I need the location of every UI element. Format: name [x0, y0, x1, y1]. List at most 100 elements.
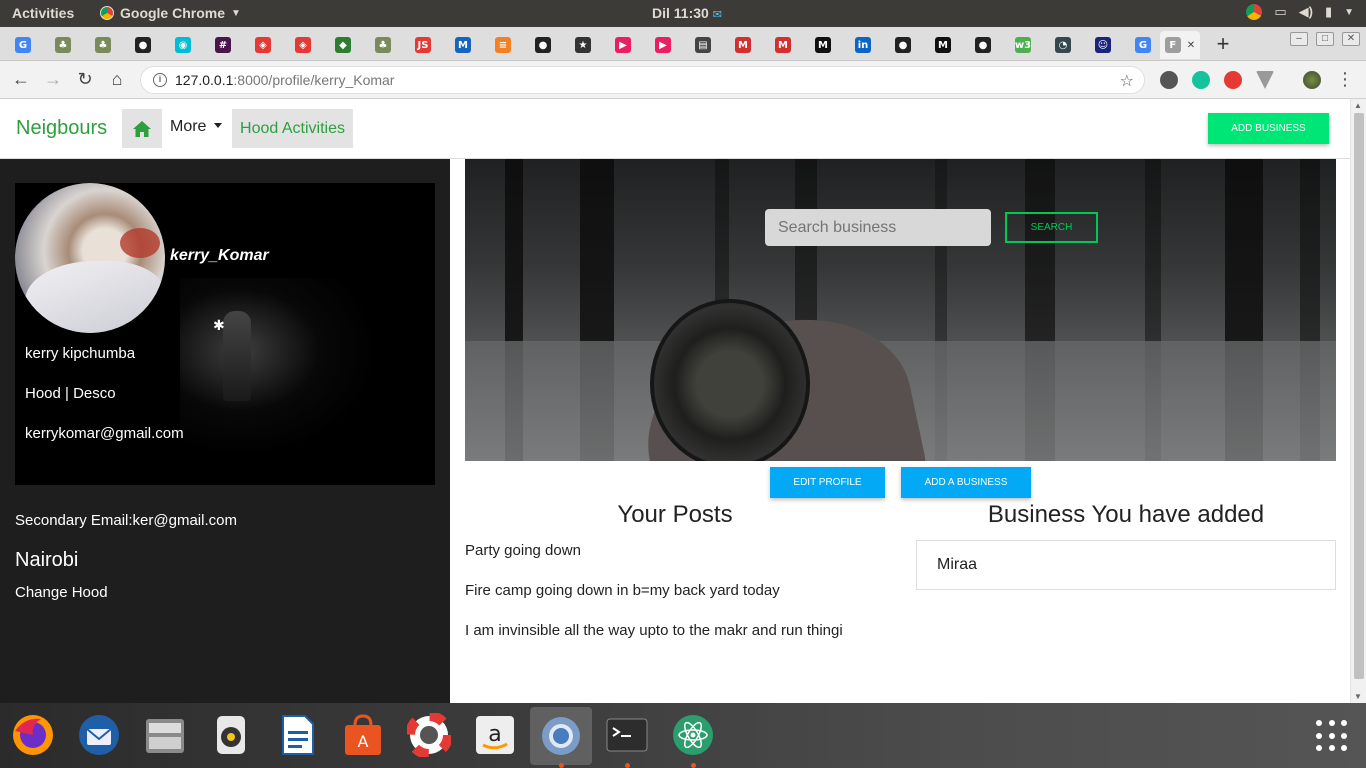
- writer-icon[interactable]: [274, 712, 320, 758]
- profile-city: Nairobi: [15, 549, 79, 571]
- post-item: I am invinsible all the way upto to the …: [465, 622, 843, 639]
- atom-icon[interactable]: [670, 712, 716, 758]
- bookmark-star-icon[interactable]: ☆: [1120, 71, 1134, 91]
- activities-button[interactable]: Activities: [12, 5, 74, 21]
- edit-profile-button[interactable]: EDIT PROFILE: [770, 467, 885, 498]
- add-a-business-button[interactable]: ADD A BUSINESS: [901, 467, 1031, 498]
- hood-activities-link[interactable]: Hood Activities: [232, 109, 353, 148]
- browser-tab[interactable]: ◆: [324, 31, 362, 59]
- battery-icon[interactable]: ▮: [1325, 4, 1332, 20]
- vue-devtools-icon[interactable]: [1256, 71, 1274, 89]
- profile-username: kerry_Komar: [170, 247, 269, 264]
- new-tab-button[interactable]: +: [1212, 31, 1234, 57]
- extension-icon[interactable]: [1160, 71, 1178, 89]
- home-nav-button[interactable]: [122, 109, 162, 148]
- close-window-button[interactable]: ✕: [1342, 32, 1360, 46]
- posts-heading: Your Posts: [617, 501, 733, 528]
- amazon-icon[interactable]: a: [472, 712, 518, 758]
- browser-tab[interactable]: F ✕: [1160, 31, 1200, 59]
- files-icon[interactable]: [142, 712, 188, 758]
- browser-tab[interactable]: ◔: [1044, 31, 1082, 59]
- help-icon[interactable]: [406, 712, 452, 758]
- browser-tab[interactable]: G: [4, 31, 42, 59]
- browser-tab[interactable]: M: [804, 31, 842, 59]
- browser-tab[interactable]: G: [1124, 31, 1162, 59]
- browser-tab[interactable]: ●: [964, 31, 1002, 59]
- browser-tab[interactable]: M: [444, 31, 482, 59]
- running-indicator: [691, 763, 696, 768]
- browser-tab[interactable]: ▶: [644, 31, 682, 59]
- add-business-button[interactable]: ADD BUSINESS: [1208, 113, 1329, 144]
- back-arrow-icon[interactable]: ←: [10, 69, 32, 90]
- reload-icon[interactable]: ↻: [74, 69, 96, 90]
- post-item: Fire camp going down in b=my back yard t…: [465, 582, 780, 599]
- business-list-item[interactable]: Miraa: [916, 540, 1336, 590]
- google-g-icon: G: [15, 37, 31, 53]
- browser-tab[interactable]: M: [924, 31, 962, 59]
- search-button[interactable]: SEARCH: [1005, 212, 1098, 243]
- scroll-up-icon[interactable]: ▲: [1354, 101, 1362, 110]
- browser-tab[interactable]: ●: [884, 31, 922, 59]
- browser-tab[interactable]: ●: [124, 31, 162, 59]
- browser-tab[interactable]: ☺: [1084, 31, 1122, 59]
- browser-tab[interactable]: ▶: [604, 31, 642, 59]
- minimize-window-button[interactable]: –: [1290, 32, 1308, 46]
- display-icon[interactable]: ▭: [1274, 4, 1286, 20]
- browser-tab[interactable]: ≡: [484, 31, 522, 59]
- browser-tab[interactable]: ♣: [44, 31, 82, 59]
- browser-tab[interactable]: w3: [1004, 31, 1042, 59]
- system-tray[interactable]: ▭ ◀) ▮ ▼: [1246, 4, 1354, 20]
- profile-email: kerrykomar@gmail.com: [25, 425, 184, 442]
- address-bar[interactable]: i 127.0.0.1:8000/profile/kerry_Komar ☆: [140, 66, 1145, 94]
- chrome-icon[interactable]: [530, 707, 592, 765]
- kebab-menu-icon[interactable]: ⋮: [1336, 69, 1354, 90]
- show-applications-icon[interactable]: [1316, 720, 1348, 752]
- clock[interactable]: Dil 11:30 ✉: [652, 5, 722, 21]
- browser-tab[interactable]: ★: [564, 31, 602, 59]
- scrollbar-thumb[interactable]: [1354, 113, 1364, 679]
- browser-tab[interactable]: JS: [404, 31, 442, 59]
- browser-tab[interactable]: in: [844, 31, 882, 59]
- app-menu-label: Google Chrome: [120, 5, 226, 21]
- app-menu[interactable]: Google Chrome ▼: [100, 5, 241, 21]
- search-business-input[interactable]: [765, 209, 991, 246]
- browser-tab[interactable]: ●: [524, 31, 562, 59]
- browser-tab[interactable]: ◈: [284, 31, 322, 59]
- terminal-icon[interactable]: [604, 712, 650, 758]
- grammarly-icon[interactable]: [1192, 71, 1210, 89]
- volume-icon[interactable]: ◀): [1299, 4, 1313, 20]
- close-tab-icon[interactable]: ✕: [1187, 40, 1195, 51]
- hero-banner: SEARCH: [465, 159, 1336, 461]
- site-brand[interactable]: Neigbours: [16, 117, 107, 140]
- browser-tab[interactable]: ♣: [84, 31, 122, 59]
- profile-avatar[interactable]: [1303, 71, 1321, 89]
- firefox-icon[interactable]: [10, 712, 56, 758]
- chevron-down-icon[interactable]: ▼: [1344, 7, 1354, 18]
- scroll-down-icon[interactable]: ▼: [1354, 692, 1362, 701]
- infinity-extension-icon[interactable]: [1224, 71, 1242, 89]
- browser-tab[interactable]: M: [764, 31, 802, 59]
- browser-tab[interactable]: ♣: [364, 31, 402, 59]
- running-indicator: [559, 763, 564, 768]
- browser-tab[interactable]: ▤: [684, 31, 722, 59]
- chrome-icon[interactable]: [1246, 4, 1263, 20]
- forward-arrow-icon[interactable]: →: [42, 69, 64, 90]
- thunderbird-icon[interactable]: [76, 712, 122, 758]
- rhythmbox-icon[interactable]: [208, 712, 254, 758]
- page-scrollbar[interactable]: ▲ ▼: [1350, 99, 1366, 703]
- maximize-window-button[interactable]: □: [1316, 32, 1334, 46]
- diamond-icon: ◆: [335, 37, 351, 53]
- home-icon[interactable]: ⌂: [106, 69, 128, 90]
- palm-tree-icon: ♣: [375, 37, 391, 53]
- browser-tab[interactable]: M: [724, 31, 762, 59]
- profile-card: ✱ kerry_Komar kerry kipchumba Hood | Des…: [15, 183, 435, 485]
- browser-tab[interactable]: ◉: [164, 31, 202, 59]
- change-hood-link[interactable]: Change Hood: [15, 584, 108, 601]
- user-circle-icon: ☺: [1095, 37, 1111, 53]
- info-icon[interactable]: i: [153, 73, 167, 87]
- home-icon: [133, 120, 151, 137]
- browser-tab[interactable]: ◈: [244, 31, 282, 59]
- browser-tab[interactable]: #: [204, 31, 242, 59]
- more-dropdown[interactable]: More: [170, 118, 223, 136]
- software-center-icon[interactable]: A: [340, 712, 386, 758]
